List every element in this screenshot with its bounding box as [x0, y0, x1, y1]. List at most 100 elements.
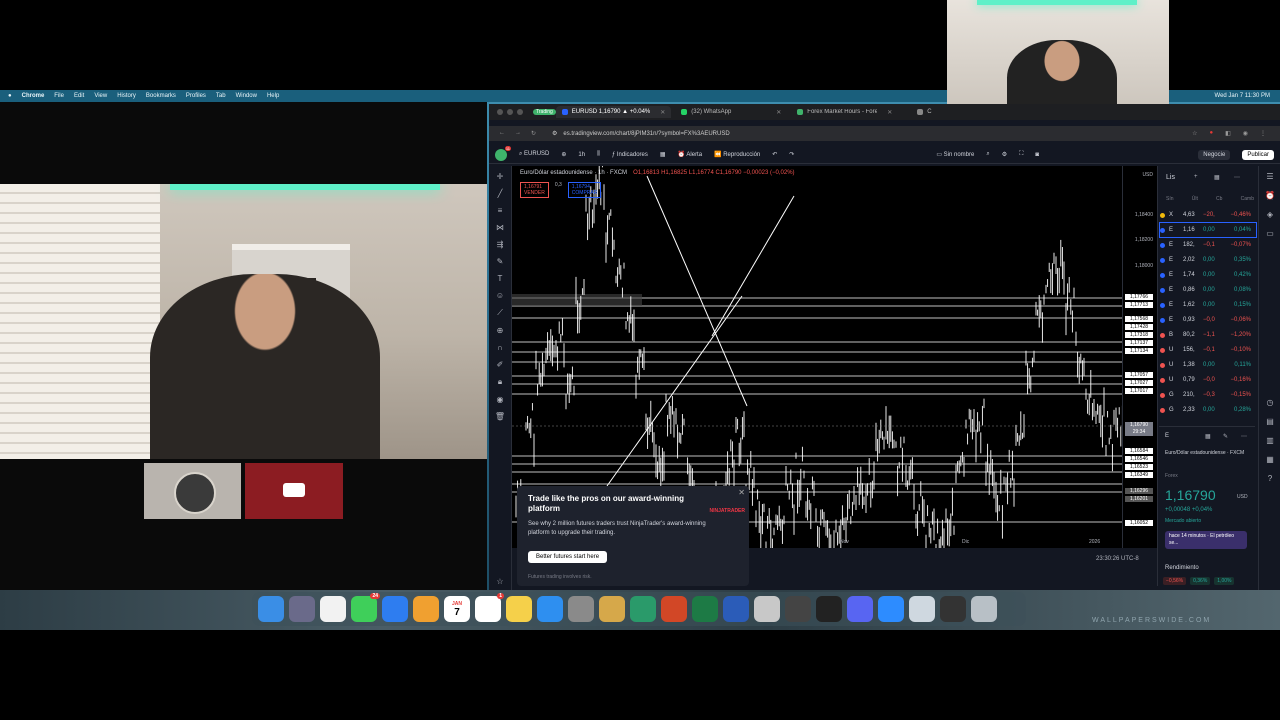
close-tab-icon[interactable]: ✕	[887, 109, 892, 116]
more-icon[interactable]: ⋯	[1241, 433, 1247, 440]
utc-clock[interactable]: 23:30:26 UTC-8	[1096, 556, 1139, 562]
watchlist-row[interactable]: B 80,2 −1,1 −1,20%	[1160, 328, 1256, 342]
projection-icon[interactable]: ⇶	[497, 240, 504, 249]
chrome-icon[interactable]	[320, 596, 346, 622]
watchlist-row[interactable]: E 1,16 0,00 0,04%	[1159, 222, 1257, 238]
indicators-button[interactable]: ƒ Indicadores	[612, 152, 648, 158]
calendar-icon[interactable]: JAN 7	[444, 596, 470, 622]
menu-view[interactable]: View	[94, 93, 107, 99]
trend-line[interactable]	[646, 175, 748, 407]
close-tab-icon[interactable]: ✕	[776, 109, 781, 116]
brush-icon[interactable]: ✎	[497, 257, 504, 266]
user-avatar[interactable]: 11	[495, 145, 511, 161]
help-icon[interactable]: ?	[1268, 474, 1272, 483]
menu-window[interactable]: Window	[236, 93, 257, 99]
watchlist-row[interactable]: E 1,62 0,00 0,15%	[1160, 298, 1256, 312]
news-icon[interactable]: ▥	[1266, 436, 1274, 445]
watchlist-row[interactable]: E 182, −0,1 −0,07%	[1160, 238, 1256, 252]
magnet-icon[interactable]: ∩	[497, 343, 503, 352]
menu-profiles[interactable]: Profiles	[186, 93, 206, 99]
undo-icon[interactable]: ↶	[772, 151, 777, 158]
zoom-in-icon[interactable]: ⊕	[497, 326, 504, 335]
metatrader-icon[interactable]	[630, 596, 656, 622]
layouts-icon[interactable]: ▦	[660, 151, 666, 158]
settings-icon[interactable]	[568, 596, 594, 622]
tab-other[interactable]: C	[911, 106, 937, 118]
detail-symbol[interactable]: E	[1165, 433, 1169, 439]
watchlist-row[interactable]: E 1,74 0,00 0,42%	[1160, 268, 1256, 282]
price-scale[interactable]: USD 1,18400 1,18200 1,18000 1,17766 1,17…	[1122, 166, 1157, 548]
reminders-icon[interactable]: 1	[475, 593, 504, 622]
finder-icon[interactable]	[258, 596, 284, 622]
clock-icon[interactable]: ◷	[1267, 398, 1274, 407]
trend-line[interactable]	[606, 295, 743, 487]
add-symbol-icon[interactable]: +	[1194, 174, 1198, 180]
bar-style-icon[interactable]: ⫼	[597, 151, 600, 158]
col-symbol[interactable]: Sín	[1166, 196, 1174, 202]
col-change-pct[interactable]: Camb	[1241, 196, 1254, 202]
fullscreen-icon[interactable]: ⛶	[1019, 151, 1023, 158]
vpn-icon[interactable]	[785, 596, 811, 622]
compare-icon[interactable]: ⊕	[561, 151, 566, 158]
tab-whatsapp[interactable]: (32) WhatsApp ✕	[675, 106, 787, 118]
watchlist-row[interactable]: E 2,02 0,00 0,35%	[1160, 253, 1256, 267]
edit-icon[interactable]: ✎	[1223, 433, 1228, 440]
screenshot-icon[interactable]	[940, 596, 966, 622]
col-last[interactable]: Últ	[1192, 196, 1198, 202]
bookmark-star-icon[interactable]: ☆	[1192, 130, 1197, 137]
trend-line[interactable]	[711, 195, 795, 337]
alerts-icon[interactable]: ⏰	[1265, 191, 1275, 200]
redo-icon[interactable]: ↷	[789, 151, 794, 158]
extensions-puzzle-icon[interactable]: ◧	[1225, 130, 1231, 137]
back-icon[interactable]: ←	[499, 130, 505, 137]
forward-icon[interactable]: →	[515, 130, 521, 137]
watchlist-title[interactable]: Lis	[1166, 174, 1175, 181]
search-icon[interactable]: ⌕	[986, 151, 989, 158]
apple-icon[interactable]: ●	[8, 93, 12, 99]
publish-button[interactable]: Publicar	[1242, 149, 1274, 160]
messages-icon[interactable]: 24	[351, 593, 380, 622]
trendline-icon[interactable]: ╱	[498, 189, 503, 198]
emoji-icon[interactable]: ☺	[496, 291, 504, 300]
tab-group-label[interactable]: Trading	[533, 109, 556, 115]
watchlist-row[interactable]: U 156, −0,1 −0,10%	[1160, 343, 1256, 357]
preview-icon[interactable]	[909, 596, 935, 622]
fib-icon[interactable]: ≡	[498, 206, 503, 215]
legend-title[interactable]: Euro/Dólar estadounidense · 1h · FXCM	[520, 170, 627, 176]
col-change[interactable]: Cb	[1216, 196, 1222, 202]
notes-icon[interactable]	[506, 596, 532, 622]
close-tab-icon[interactable]: ✕	[660, 109, 665, 116]
excel-icon[interactable]	[692, 596, 718, 622]
site-info-icon[interactable]: ⚙	[552, 130, 557, 137]
discord-icon[interactable]	[847, 596, 873, 622]
watchlist-row[interactable]: G 210, −0,3 −0,15%	[1160, 388, 1256, 402]
powerpoint-icon[interactable]	[661, 596, 687, 622]
zoom-icon[interactable]	[878, 596, 904, 622]
watchlist-row[interactable]: X 4,63 −20, −0,46%	[1160, 208, 1256, 222]
address-bar[interactable]: ⚙ es.tradingview.com/chart/8jPIM31n/?sym…	[546, 128, 1192, 139]
launchpad-icon[interactable]	[289, 596, 315, 622]
word-icon[interactable]	[723, 596, 749, 622]
watchlist-icon[interactable]: ☰	[1266, 172, 1273, 181]
menu-bookmarks[interactable]: Bookmarks	[146, 93, 176, 99]
participant-thumbnail[interactable]	[144, 463, 241, 519]
trash-icon[interactable]: 🗑︎	[495, 412, 505, 421]
symbol-search[interactable]: ⌕ EURUSD	[519, 151, 549, 158]
crosshair-icon[interactable]: ✛	[497, 172, 504, 181]
tab-forex-hours[interactable]: Forex Market Hours - Forex M ✕	[791, 106, 907, 118]
profile-icon[interactable]: ◉	[1243, 130, 1248, 137]
zoom-window-icon[interactable]	[517, 109, 523, 115]
appstore-icon[interactable]	[537, 596, 563, 622]
screener-icon[interactable]: ▦	[1266, 455, 1274, 464]
currency-label[interactable]: USD	[1142, 172, 1153, 178]
menu-help[interactable]: Help	[267, 93, 279, 99]
alert-button[interactable]: ⏰ Alerta	[678, 151, 703, 158]
text-icon[interactable]: T	[498, 274, 503, 283]
settings-icon[interactable]: ⚙	[1002, 151, 1007, 158]
lock-icon[interactable]: 🔒︎	[498, 377, 502, 387]
chat-icon[interactable]: ▭	[1266, 229, 1274, 238]
watchlist-row[interactable]: U 1,38 0,00 0,11%	[1160, 358, 1256, 372]
menubar-app-name[interactable]: Chrome	[22, 93, 45, 99]
replay-button[interactable]: ⏪ Reproducción	[714, 151, 760, 158]
watchlist-row[interactable]: U 0,79 −0,0 −0,16%	[1160, 373, 1256, 387]
